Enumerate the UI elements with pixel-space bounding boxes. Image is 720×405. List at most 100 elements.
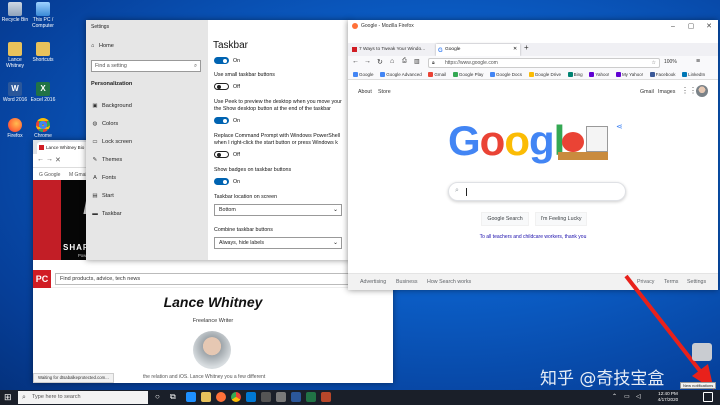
start-windows-icon[interactable]: ⊞ [4,392,12,403]
toggle-switch[interactable] [214,151,229,158]
network-icon[interactable]: ▭ [624,393,630,400]
nav-start[interactable]: ▤ Start [86,187,208,205]
bookmark-google[interactable]: Google [353,70,374,79]
taskbar-location-dropdown[interactable]: Bottom ⌄ [214,204,342,216]
back-icon[interactable]: ← [352,58,359,65]
library-icon[interactable]: ▥ [414,58,420,65]
doodle-message-link[interactable]: To all teachers and childcare workers, t… [348,234,718,240]
bookmark-gmail[interactable]: Gmail [428,70,446,79]
url-bar[interactable]: 🔒︎ https://www.google.com ☆ [428,58,660,68]
bookmark-google-play[interactable]: Google Play [452,70,483,79]
edge-icon[interactable] [186,392,196,402]
pcmag-logo[interactable]: PC [33,270,51,288]
reload-icon[interactable]: ✕ [55,156,61,164]
gmail-link[interactable]: Gmail [640,89,654,95]
notification-toast-icon[interactable] [692,343,712,361]
gmail-bookmark[interactable]: M Gmail [69,172,88,178]
footer-business[interactable]: Business [396,279,418,285]
settings-gear-icon[interactable] [261,392,271,402]
nav-background[interactable]: ▣ Background [86,97,208,115]
forward-icon[interactable]: → [364,58,371,65]
pcmag-search-input[interactable]: Find products, advice, tech news [55,273,390,285]
toggle-row-4[interactable]: Off [214,151,240,158]
toggle-switch[interactable] [214,83,229,90]
toggle-switch[interactable] [214,178,229,185]
store-link[interactable]: Store [378,89,391,95]
firefox-tab-1[interactable]: 7 Ways to Tweak Your Windo... [350,44,434,56]
desktop-icon-recycle-bin[interactable]: Recycle Bin [1,2,29,23]
desktop-icon-word[interactable]: W Word 2016 [1,82,29,103]
google-bookmark[interactable]: G Google [39,172,60,178]
close-icon[interactable]: ✕ [700,20,718,34]
about-link[interactable]: About [358,89,372,95]
volume-icon[interactable]: ◁ [636,393,641,400]
bookmark-my-yahoo[interactable]: My Yahoo! [615,70,643,79]
nav-taskbar[interactable]: ▬ Taskbar [86,205,208,223]
bookmark-bing[interactable]: Bing [567,70,583,79]
bookmark-star-icon[interactable]: ☆ [652,59,656,67]
taskbar-search-box[interactable]: ⌕ Type here to search [18,391,148,404]
taskbar-clock[interactable]: 12:40 PM 4/17/2020 [650,391,686,403]
feeling-lucky-button[interactable]: I'm Feeling Lucky [535,212,587,226]
google-search-button[interactable]: Google Search [481,212,529,226]
footer-how-search-works[interactable]: How Search works [427,279,471,285]
home-icon[interactable]: ⌂ [390,58,394,65]
print-icon[interactable]: ⎙ [402,58,407,65]
toggle-row-5[interactable]: On [214,178,240,185]
nav-lock-screen[interactable]: ▭ Lock screen [86,133,208,151]
share-icon[interactable]: ⋖ [616,122,623,131]
mail-icon[interactable] [246,392,256,402]
menu-icon[interactable]: ≡ [696,58,700,65]
combine-buttons-dropdown[interactable]: Always, hide labels ⌄ [214,237,342,249]
forward-icon[interactable]: → [46,156,53,163]
desktop-icon-shortcuts[interactable]: Shortcuts [29,42,57,63]
word-icon[interactable] [291,392,301,402]
nav-themes[interactable]: ✎ Themes [86,151,208,169]
google-search-input[interactable]: ⌕ [448,182,626,201]
back-icon[interactable]: ← [37,156,44,163]
settings-home[interactable]: ⌂ Home [91,43,114,49]
action-center-icon[interactable] [703,392,713,402]
desktop-icon-chrome[interactable]: Chrome [29,118,57,139]
desktop-icon-lance-whitney[interactable]: Lance Whitney [1,42,29,69]
desktop-icon-firefox[interactable]: Firefox [1,118,29,139]
excel-icon[interactable] [306,392,316,402]
bookmark-facebook[interactable]: Facebook [649,70,675,79]
desktop-icon-excel[interactable]: X Excel 2016 [29,82,57,103]
file-explorer-icon[interactable] [201,392,211,402]
reload-icon[interactable]: ↻ [377,58,383,66]
avatar[interactable] [696,85,708,97]
task-view-icon[interactable]: ⧉ [170,392,176,402]
firefox-window[interactable]: Google - Mozilla Firefox – ▢ ✕ 7 Ways to… [348,20,718,290]
toggle-row-2[interactable]: Off [214,83,240,90]
store-icon[interactable] [276,392,286,402]
bookmark-yahoo[interactable]: Yahoo! [589,70,609,79]
minimize-icon[interactable]: – [664,20,682,34]
settings-search-input[interactable]: Find a setting ⌕ [91,60,201,72]
chrome-icon[interactable] [231,392,241,402]
maximize-icon[interactable]: ▢ [682,20,700,34]
images-link[interactable]: Images [658,89,675,95]
footer-advertising[interactable]: Advertising [360,279,386,285]
tray-chevron-up-icon[interactable]: ⌃ [612,393,617,400]
desktop-icon-this-pc[interactable]: This PC / Computer [29,2,57,29]
toggle-switch[interactable] [214,117,229,124]
toggle-switch[interactable] [214,57,229,64]
nav-fonts[interactable]: A Fonts [86,169,208,187]
toggle-row-1[interactable]: On [214,57,240,64]
new-tab-icon[interactable]: + [524,43,529,52]
cortana-icon[interactable]: ○ [155,392,160,401]
nav-colors[interactable]: ◍ Colors [86,115,208,133]
apps-grid-icon[interactable]: ⋮⋮ [681,86,697,95]
bookmark-google-docs[interactable]: Google Docs [490,70,522,79]
firefox-icon[interactable] [216,392,226,402]
powerpoint-icon[interactable] [321,392,331,402]
firefox-tab-2[interactable]: G Google ✕ [436,44,520,56]
zoom-level[interactable]: 100% [664,59,677,65]
toggle-row-3[interactable]: On [214,117,240,124]
bookmark-google-advanced[interactable]: Google Advanced [380,70,422,79]
settings-window[interactable]: Settings ⌂ Home Find a setting ⌕ Personal… [86,20,350,260]
bookmark-google-drive[interactable]: Google Drive [528,70,561,79]
google-doodle[interactable]: Googl [448,120,565,175]
close-tab-icon[interactable]: ✕ [513,44,517,56]
